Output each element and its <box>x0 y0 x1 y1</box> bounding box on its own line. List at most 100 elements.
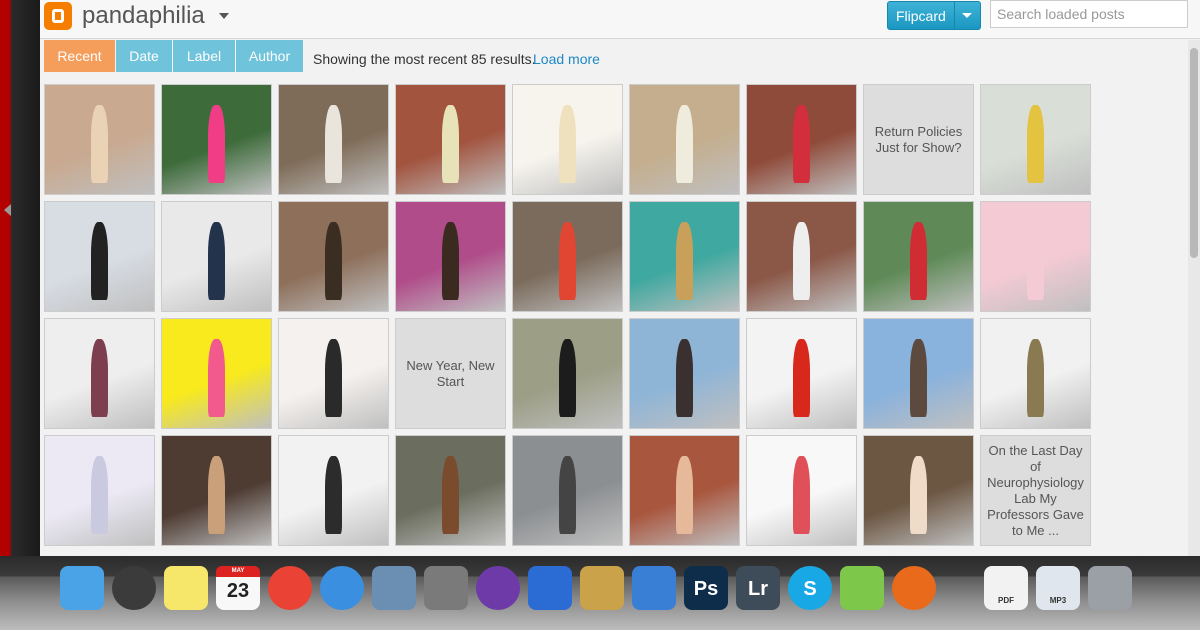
thumbnail-subject <box>558 455 577 535</box>
finder-icon[interactable] <box>60 566 104 610</box>
chrome-icon[interactable] <box>268 566 312 610</box>
post-tile-text[interactable]: On the Last Day of Neurophysiology Lab M… <box>980 435 1091 546</box>
post-tile[interactable] <box>278 435 389 546</box>
post-tile[interactable] <box>512 201 623 312</box>
system-preferences-icon[interactable] <box>424 566 468 610</box>
photo-camera-icon[interactable] <box>580 566 624 610</box>
load-more-link[interactable]: Load more <box>533 51 600 67</box>
post-tile[interactable] <box>395 201 506 312</box>
post-tile[interactable] <box>746 435 857 546</box>
thumbnail-subject <box>909 455 928 535</box>
thumbnail-subject <box>1026 221 1045 301</box>
post-tile[interactable] <box>980 318 1091 429</box>
thumbnail-subject <box>909 338 928 418</box>
post-thumbnail <box>630 85 739 194</box>
thumbnail-subject <box>441 455 460 535</box>
tab-author[interactable]: Author <box>236 40 303 72</box>
pdf-document-icon[interactable]: PDF <box>984 566 1028 610</box>
post-tile[interactable] <box>512 84 623 195</box>
mp3-document-icon[interactable]: MP3 <box>1036 566 1080 610</box>
stickies-icon[interactable] <box>164 566 208 610</box>
post-tile[interactable] <box>278 318 389 429</box>
dashboard-icon[interactable] <box>112 566 156 610</box>
trash-icon[interactable] <box>1088 566 1132 610</box>
post-thumbnail <box>279 436 388 545</box>
chevron-left-icon[interactable] <box>4 204 11 216</box>
flipcard-topbar: pandaphilia Flipcard <box>40 0 1200 39</box>
thumbnail-subject <box>675 338 694 418</box>
post-thumbnail <box>396 202 505 311</box>
thumbnail-subject <box>90 455 109 535</box>
post-thumbnail <box>864 436 973 545</box>
post-thumbnail <box>747 85 856 194</box>
post-tile[interactable] <box>44 84 155 195</box>
skype-icon[interactable]: S <box>788 566 832 610</box>
preview-icon[interactable] <box>372 566 416 610</box>
post-tile[interactable] <box>863 201 974 312</box>
post-tile[interactable] <box>44 318 155 429</box>
dock-icon-label: Ps <box>693 578 719 600</box>
post-thumbnail <box>513 436 622 545</box>
post-tile[interactable] <box>512 318 623 429</box>
post-thumbnail <box>396 436 505 545</box>
word-icon[interactable] <box>528 566 572 610</box>
chevron-down-icon[interactable] <box>219 13 229 19</box>
network-icon[interactable] <box>840 566 884 610</box>
post-tile[interactable] <box>980 84 1091 195</box>
post-thumbnail <box>513 202 622 311</box>
post-tile[interactable] <box>44 435 155 546</box>
post-tile[interactable] <box>746 318 857 429</box>
thumbnail-subject <box>1026 104 1045 184</box>
post-tile[interactable] <box>746 84 857 195</box>
dock-icon-label: Lr <box>748 578 768 600</box>
firefox-icon[interactable] <box>892 566 936 610</box>
post-tile-text[interactable]: Return Policies Just for Show? <box>863 84 974 195</box>
thumbnail-subject <box>90 221 109 301</box>
tab-recent[interactable]: Recent <box>44 40 115 72</box>
post-tile[interactable] <box>44 201 155 312</box>
blog-title[interactable]: pandaphilia <box>82 2 205 30</box>
post-thumbnail <box>45 202 154 311</box>
post-tile[interactable] <box>278 84 389 195</box>
post-tile[interactable] <box>161 201 272 312</box>
post-tile[interactable] <box>161 435 272 546</box>
thumbnail-subject <box>792 221 811 301</box>
venus-app-icon[interactable] <box>476 566 520 610</box>
search-input[interactable] <box>990 0 1188 28</box>
blogger-logo-icon[interactable] <box>44 2 72 30</box>
post-tile[interactable] <box>278 201 389 312</box>
post-tile[interactable] <box>629 318 740 429</box>
post-tile[interactable] <box>512 435 623 546</box>
lightroom-icon[interactable]: Lr <box>736 566 780 610</box>
calendar-icon[interactable]: MAY 23 <box>216 566 260 610</box>
image-capture-icon[interactable] <box>632 566 676 610</box>
post-tile[interactable] <box>161 318 272 429</box>
post-tile[interactable] <box>746 201 857 312</box>
thumbnail-subject <box>324 221 343 301</box>
post-tile[interactable] <box>161 84 272 195</box>
itunes-icon[interactable] <box>320 566 364 610</box>
post-tile[interactable] <box>980 201 1091 312</box>
view-selector-button[interactable]: Flipcard <box>887 1 981 30</box>
post-thumbnail <box>981 202 1090 311</box>
post-thumbnail <box>162 202 271 311</box>
tab-date[interactable]: Date <box>116 40 172 72</box>
photoshop-icon[interactable]: Ps <box>684 566 728 610</box>
scrollbar-thumb[interactable] <box>1190 48 1198 258</box>
post-tile[interactable] <box>863 435 974 546</box>
post-thumbnail <box>630 436 739 545</box>
scrollbar[interactable] <box>1188 40 1200 556</box>
dock-icon-label: MP3 <box>1049 596 1067 605</box>
post-tile[interactable] <box>629 84 740 195</box>
thumbnail-subject <box>441 104 460 184</box>
post-tile[interactable] <box>863 318 974 429</box>
post-tile[interactable] <box>629 201 740 312</box>
thumbnail-subject <box>792 104 811 184</box>
post-tile[interactable] <box>629 435 740 546</box>
post-tile-text[interactable]: New Year, New Start <box>395 318 506 429</box>
post-thumbnail <box>981 319 1090 428</box>
post-thumbnail <box>981 85 1090 194</box>
post-tile[interactable] <box>395 435 506 546</box>
tab-label[interactable]: Label <box>173 40 235 72</box>
post-tile[interactable] <box>395 84 506 195</box>
